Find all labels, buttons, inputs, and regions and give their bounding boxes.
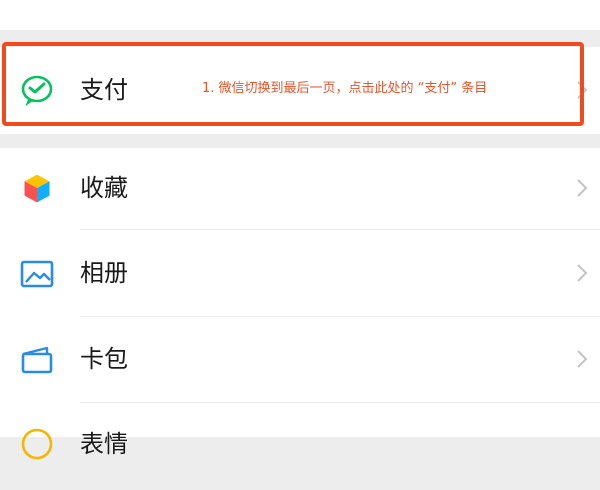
main-menu-group: 收藏 相册 卡包 表情 — [0, 148, 600, 460]
favorites-cube-icon — [19, 170, 55, 206]
card-wallet-icon — [19, 342, 55, 378]
menu-item-card-wallet[interactable]: 卡包 — [0, 317, 600, 404]
menu-item-label: 表情 — [80, 430, 128, 458]
menu-item-label: 相册 — [80, 259, 128, 287]
top-spacer — [0, 0, 600, 30]
chevron-right-icon — [576, 178, 588, 198]
sticker-smile-icon — [19, 426, 55, 462]
menu-item-album[interactable]: 相册 — [0, 230, 600, 317]
menu-item-favorites[interactable]: 收藏 — [0, 148, 600, 235]
menu-item-label: 卡包 — [80, 345, 128, 373]
tutorial-annotation: 1. 微信切换到最后一页，点击此处的 “支付” 条目 — [202, 81, 488, 96]
menu-item-label: 收藏 — [80, 174, 128, 202]
chevron-right-icon — [576, 263, 588, 283]
chevron-right-icon — [576, 349, 588, 369]
menu-item-stickers[interactable]: 表情 — [0, 403, 600, 490]
album-photo-icon — [19, 256, 55, 292]
section-gap — [0, 134, 600, 148]
